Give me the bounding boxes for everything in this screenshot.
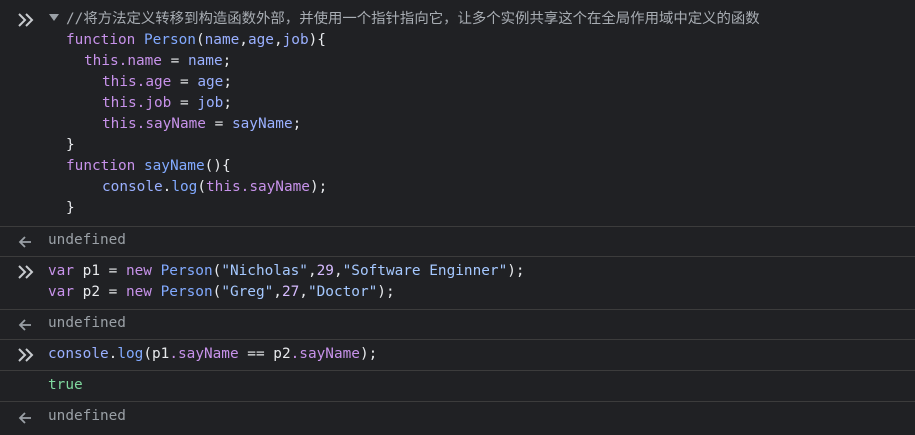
arrow-left-icon xyxy=(16,232,36,252)
console-result-entry: undefined xyxy=(0,227,915,257)
double-chevron-right-icon xyxy=(16,345,36,365)
console-input-entry[interactable]: //将方法定义转移到构造函数外部，并使用一个指针指向它，让多个实例共享这个在全局… xyxy=(0,0,915,227)
code-line: } xyxy=(66,137,75,153)
result-value: undefined xyxy=(48,232,126,248)
console-input-entry[interactable]: var p1 = new Person("Nicholas",29,"Softw… xyxy=(0,257,915,310)
code-comment: //将方法定义转移到构造函数外部，并使用一个指针指向它，让多个实例共享这个在全局… xyxy=(66,11,760,27)
log-value: true xyxy=(48,377,83,393)
code-line: function Person(name,age,job){ xyxy=(66,32,326,48)
triangle-down-icon[interactable] xyxy=(49,14,59,21)
arrow-left-icon xyxy=(16,408,36,428)
console-log-entry: true xyxy=(0,371,915,402)
code-line: console.log(this.sayName); xyxy=(102,179,328,195)
code-line: function sayName(){ xyxy=(66,158,231,174)
code-line: var p2 = new Person("Greg",27,"Doctor"); xyxy=(48,284,395,300)
code-line: console.log(p1.sayName == p2.sayName); xyxy=(48,346,378,362)
console-input-entry[interactable]: console.log(p1.sayName == p2.sayName); xyxy=(0,340,915,371)
code-line: this.name = name; xyxy=(84,53,232,69)
console-result-entry: undefined xyxy=(0,402,915,435)
double-chevron-right-icon xyxy=(16,262,36,282)
code-line: var p1 = new Person("Nicholas",29,"Softw… xyxy=(48,263,525,279)
code-line: } xyxy=(66,200,75,216)
code-line: this.job = job; xyxy=(102,95,232,111)
result-value: undefined xyxy=(48,315,126,331)
code-line: this.age = age; xyxy=(102,74,232,90)
code-line: this.sayName = sayName; xyxy=(102,116,302,132)
result-value: undefined xyxy=(48,408,126,424)
console-result-entry: undefined xyxy=(0,310,915,340)
devtools-console: //将方法定义转移到构造函数外部，并使用一个指针指向它，让多个实例共享这个在全局… xyxy=(0,0,915,435)
double-chevron-right-icon xyxy=(16,10,36,30)
arrow-left-icon xyxy=(16,315,36,335)
